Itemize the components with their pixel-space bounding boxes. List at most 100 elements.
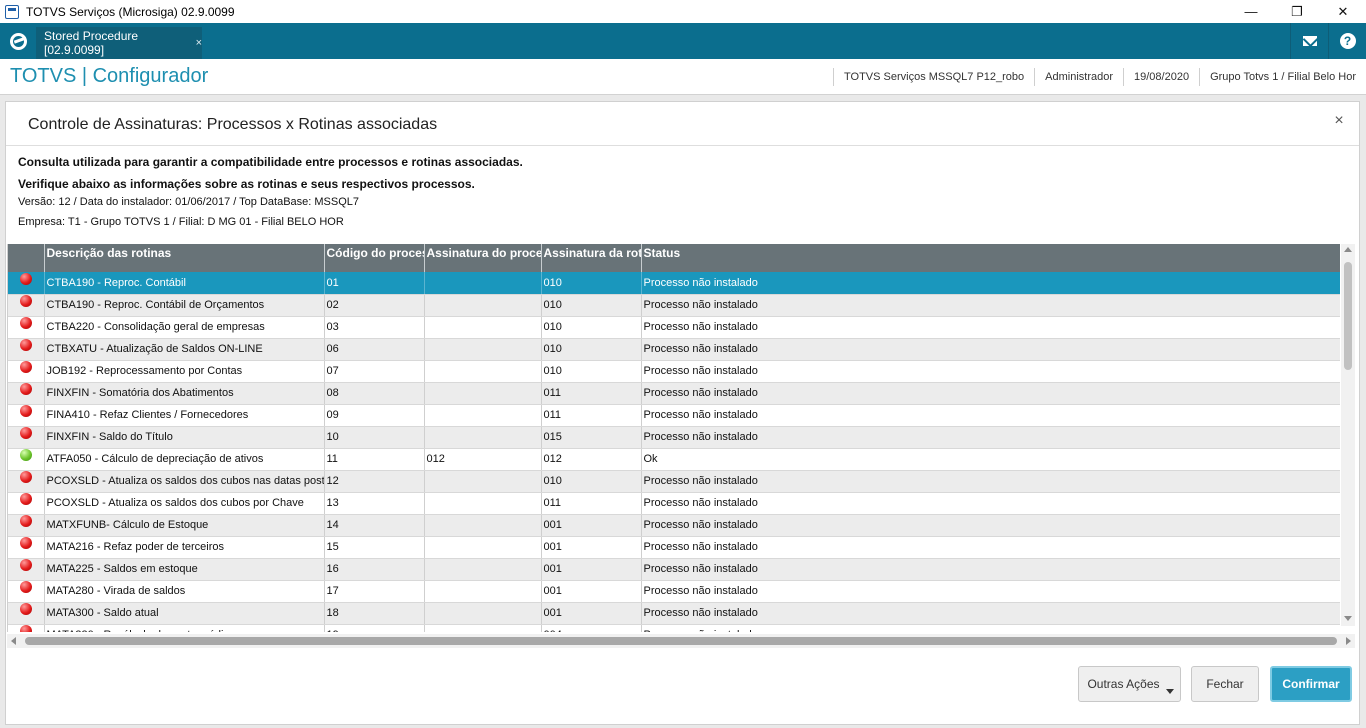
cell-status: Processo não instalado (641, 338, 1340, 361)
cell-assinatura-rotina: 010 (541, 316, 642, 339)
cell-assinatura-rotina: 011 (541, 492, 642, 515)
cell-codigo: 13 (324, 492, 425, 515)
column-header-status[interactable]: Status (641, 244, 1340, 272)
scroll-left-icon[interactable] (11, 637, 16, 645)
cell-assinatura-rotina: 001 (541, 558, 642, 581)
environment-label[interactable]: TOTVS Serviços MSSQL7 P12_robo (833, 68, 1034, 86)
cell-assinatura-processo (424, 404, 542, 427)
horizontal-scrollbar[interactable] (7, 634, 1355, 648)
cell-assinatura-processo (424, 382, 542, 405)
status-indicator-cell (8, 426, 45, 449)
status-error-icon (19, 405, 32, 417)
tab-close-icon[interactable]: × (196, 37, 202, 49)
confirmar-button[interactable]: Confirmar (1270, 666, 1352, 702)
cell-assinatura-rotina: 001 (541, 514, 642, 537)
cell-assinatura-rotina: 010 (541, 272, 642, 295)
status-error-icon (19, 427, 32, 439)
table-row[interactable]: FINA410 - Refaz Clientes / Fornecedores 0… (8, 404, 1340, 427)
cell-status: Processo não instalado (641, 558, 1340, 581)
table-row[interactable]: ATFA050 - Cálculo de depreciação de ativ… (8, 448, 1340, 471)
fechar-button[interactable]: Fechar (1191, 666, 1259, 702)
table-row[interactable]: FINXFIN - Somatória dos Abatimentos 08 011… (8, 382, 1340, 405)
date-label[interactable]: 19/08/2020 (1123, 68, 1199, 86)
table-row[interactable]: MATA225 - Saldos em estoque 16 001 Processo… (8, 558, 1340, 581)
table-row[interactable]: CTBA220 - Consolidação geral de empresas… (8, 316, 1340, 339)
branch-label[interactable]: Grupo Totvs 1 / Filial Belo Hor (1199, 68, 1366, 86)
restore-button[interactable]: ❐ (1274, 0, 1320, 23)
cell-descricao: FINXFIN - Saldo do Título (44, 426, 325, 449)
status-indicator-cell (8, 448, 45, 471)
status-error-icon (19, 603, 32, 615)
outras-acoes-button[interactable]: Outras Ações (1078, 666, 1181, 702)
cell-status: Processo não instalado (641, 624, 1340, 632)
table-row[interactable]: FINXFIN - Saldo do Título 10 015 Processo n… (8, 426, 1340, 449)
cell-assinatura-processo (424, 492, 542, 515)
column-header-codigo[interactable]: Código do processo (324, 244, 425, 272)
help-icon[interactable]: ? (1328, 23, 1366, 59)
close-window-button[interactable]: ✕ (1320, 0, 1366, 23)
outras-acoes-label: Outras Ações (1087, 677, 1160, 691)
table-row[interactable]: PCOXSLD - Atualiza os saldos dos cubos p… (8, 492, 1340, 515)
scroll-down-icon[interactable] (1344, 616, 1352, 621)
status-indicator-cell (8, 536, 45, 559)
scroll-up-icon[interactable] (1344, 247, 1352, 252)
cell-assinatura-rotina: 010 (541, 294, 642, 317)
table-row[interactable]: CTBXATU - Atualização de Saldos ON-LINE 0… (8, 338, 1340, 361)
status-error-icon (19, 471, 32, 483)
cell-assinatura-processo (424, 470, 542, 493)
totvs-logo-icon[interactable] (0, 23, 36, 59)
cell-codigo: 09 (324, 404, 425, 427)
table-row[interactable]: MATXFUNB- Cálculo de Estoque 14 001 Process… (8, 514, 1340, 537)
cell-descricao: PCOXSLD - Atualiza os saldos dos cubos n… (44, 470, 325, 493)
session-info: TOTVS Serviços MSSQL7 P12_robo Administr… (833, 67, 1366, 87)
cell-descricao: MATXFUNB- Cálculo de Estoque (44, 514, 325, 537)
status-indicator-cell (8, 514, 45, 537)
cell-assinatura-processo (424, 338, 542, 361)
cell-assinatura-rotina: 010 (541, 360, 642, 383)
table-row[interactable]: MATA216 - Refaz poder de terceiros 15 001 P… (8, 536, 1340, 559)
cell-codigo: 10 (324, 426, 425, 449)
app-window-icon (5, 4, 19, 19)
cell-codigo: 16 (324, 558, 425, 581)
table-row[interactable]: MATA300 - Saldo atual 18 001 Processo não i… (8, 602, 1340, 625)
column-header-status-icon[interactable] (8, 244, 45, 272)
horizontal-scroll-thumb[interactable] (25, 637, 1337, 645)
table-row[interactable]: PCOXSLD - Atualiza os saldos dos cubos n… (8, 470, 1340, 493)
cell-assinatura-rotina: 012 (541, 448, 642, 471)
cell-status: Processo não instalado (641, 492, 1340, 515)
cell-status: Processo não instalado (641, 536, 1340, 559)
vertical-scrollbar[interactable] (1341, 244, 1355, 626)
column-header-descricao[interactable]: Descrição das rotinas (44, 244, 325, 272)
cell-codigo: 12 (324, 470, 425, 493)
window-title: TOTVS Serviços (Microsiga) 02.9.0099 (26, 4, 235, 19)
vertical-scroll-thumb[interactable] (1344, 262, 1352, 370)
cell-descricao: MATA216 - Refaz poder de terceiros (44, 536, 325, 559)
status-error-icon (19, 361, 32, 373)
status-indicator-cell (8, 624, 45, 632)
column-header-assinatura-processo[interactable]: Assinatura do processo (424, 244, 542, 272)
table-header-row: Descrição das rotinas Código do processo… (8, 244, 1340, 272)
cell-status: Processo não instalado (641, 580, 1340, 603)
scroll-right-icon[interactable] (1346, 637, 1351, 645)
table-row[interactable]: JOB192 - Reprocessamento por Contas 07 010… (8, 360, 1340, 383)
minimize-button[interactable]: — (1228, 0, 1274, 23)
info-line-1: Consulta utilizada para garantir a compa… (18, 155, 523, 169)
cell-descricao: ATFA050 - Cálculo de depreciação de ativ… (44, 448, 325, 471)
table-row[interactable]: MATA330 - Recálculo do custo médio19 004P… (8, 624, 1340, 632)
cell-status: Processo não instalado (641, 272, 1340, 295)
cell-status: Ok (641, 448, 1340, 471)
tab-stored-procedure[interactable]: Stored Procedure [02.9.0099] × (36, 27, 202, 59)
cell-status: Processo não instalado (641, 426, 1340, 449)
dialog-close-icon[interactable]: × (1329, 112, 1349, 132)
user-label[interactable]: Administrador (1034, 68, 1123, 86)
table-row[interactable]: CTBA190 - Reproc. Contábil de Orçamentos… (8, 294, 1340, 317)
table-row[interactable]: CTBA190 - Reproc. Contábil 01 010 Processo … (8, 272, 1340, 295)
cell-codigo: 15 (324, 536, 425, 559)
cell-assinatura-rotina: 004 (541, 624, 642, 632)
status-error-icon (19, 515, 32, 527)
cell-status: Processo não instalado (641, 514, 1340, 537)
mail-icon[interactable] (1290, 23, 1328, 59)
table-row[interactable]: MATA280 - Virada de saldos 17 001 Processo … (8, 580, 1340, 603)
column-header-assinatura-rotina[interactable]: Assinatura da rotina (541, 244, 642, 272)
status-error-icon (19, 317, 32, 329)
